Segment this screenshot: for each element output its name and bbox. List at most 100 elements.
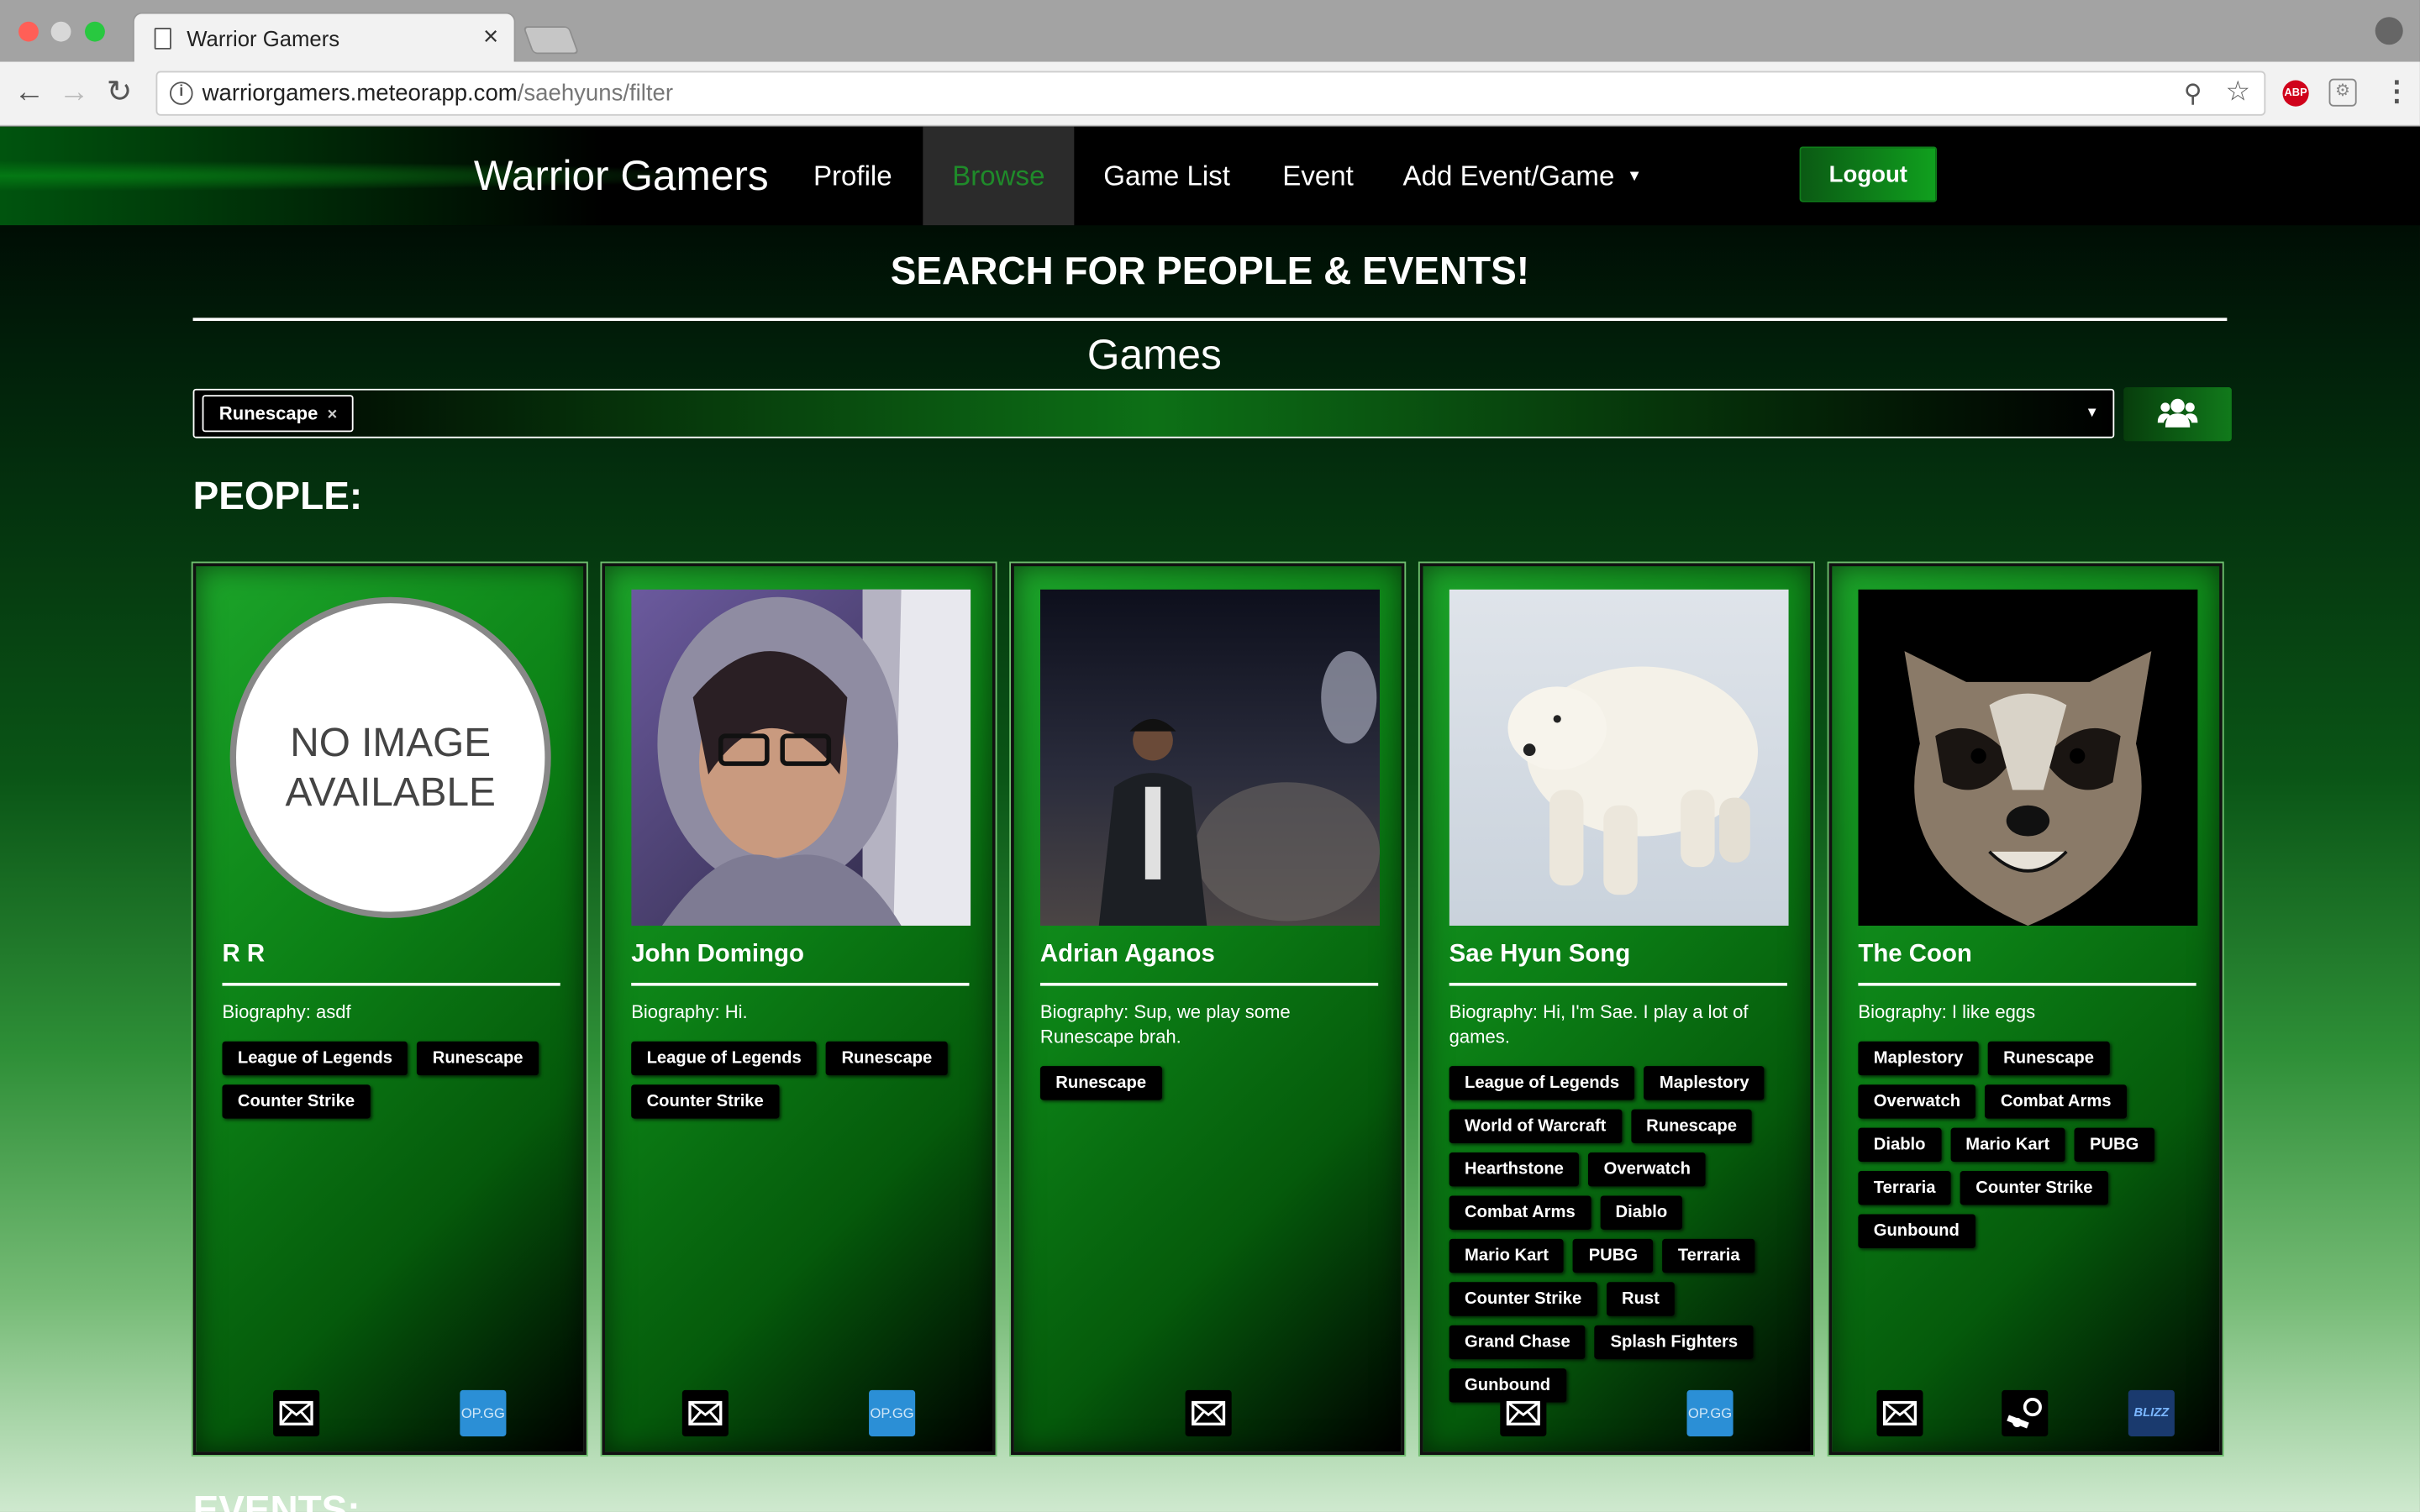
game-tag: Overwatch — [1858, 1084, 1976, 1119]
game-tag: Overwatch — [1588, 1152, 1707, 1187]
tab-close-icon[interactable]: × — [483, 22, 498, 53]
mail-icon[interactable] — [681, 1389, 729, 1436]
game-tags: Runescape — [1039, 1066, 1387, 1109]
nav-game-list[interactable]: Game List — [1103, 127, 1230, 226]
battlenet-icon[interactable]: BLIZZ — [2128, 1389, 2175, 1436]
person-name[interactable]: Sae Hyun Song — [1449, 941, 1631, 969]
game-tag: Terraria — [1662, 1238, 1755, 1273]
game-tag: Counter Strike — [222, 1084, 371, 1119]
close-window-button[interactable] — [18, 21, 39, 42]
divider — [192, 318, 2228, 322]
person-name[interactable]: Adrian Aganos — [1040, 941, 1215, 969]
game-tag: Runescape — [1630, 1109, 1753, 1143]
page-body: Warrior Gamers Profile Browse Game List … — [0, 126, 2420, 1512]
new-tab-button[interactable] — [523, 26, 580, 55]
site-brand[interactable]: Warrior Gamers — [474, 153, 769, 201]
caret-down-icon: ▼ — [1627, 168, 1643, 186]
person-name[interactable]: John Domingo — [631, 941, 804, 969]
game-tag: Runescape — [1987, 1041, 2110, 1076]
person-name[interactable]: The Coon — [1858, 941, 1971, 969]
name-divider — [1039, 982, 1379, 986]
selected-game-chip: Runescape × — [202, 395, 355, 433]
chip-label: Runescape — [218, 402, 318, 425]
browser-titlebar: Warrior Gamers × — [0, 0, 2420, 64]
nav-add-label: Add Event/Game — [1402, 160, 1615, 192]
adblock-icon[interactable]: ABP — [2282, 80, 2309, 107]
remove-chip-icon[interactable]: × — [327, 406, 337, 424]
person-bio: Biography: Hi, I'm Sae. I play a lot of … — [1449, 1001, 1749, 1048]
game-tag: Terraria — [1858, 1171, 1951, 1205]
games-heading: Games — [1086, 331, 1222, 378]
game-tags: League of Legends RunescapeCounter Strike — [222, 1041, 569, 1128]
reload-icon[interactable]: ↻ — [107, 72, 133, 113]
address-bar[interactable]: i warriorgamers.meteorapp.com/saehyuns/f… — [155, 71, 2266, 116]
no-image-placeholder: NO IMAGE AVAILABLE — [229, 596, 551, 918]
events-heading: EVENTS: — [192, 1488, 360, 1512]
people-heading: PEOPLE: — [192, 475, 363, 519]
name-divider — [631, 982, 970, 986]
person-bio: Biography: Hi. — [631, 1001, 748, 1023]
mail-icon[interactable] — [1500, 1389, 1547, 1436]
steam-icon[interactable] — [2002, 1389, 2049, 1436]
game-tag: Grand Chase — [1449, 1325, 1586, 1360]
person-bio: Biography: I like eggs — [1858, 1001, 2036, 1023]
game-tag: PUBG — [2074, 1127, 2154, 1163]
name-divider — [1449, 982, 1787, 986]
person-bio: Biography: Sup, we play some Runescape b… — [1039, 1001, 1291, 1048]
nav-browse[interactable]: Browse — [923, 126, 1075, 226]
nav-event[interactable]: Event — [1282, 127, 1354, 226]
game-tag: Splash Fighters — [1595, 1325, 1754, 1360]
profile-photo — [1039, 589, 1381, 927]
person-name[interactable]: R R — [222, 941, 265, 969]
profile-photo — [631, 589, 971, 927]
game-tag: Combat Arms — [1985, 1084, 2127, 1119]
opgg-icon[interactable]: OP.GG — [869, 1389, 916, 1436]
document-icon — [154, 28, 171, 50]
person-card: Sae Hyun Song Biography: Hi, I'm Sae. I … — [1418, 561, 1815, 1457]
game-tag: Gunbound — [1858, 1214, 1975, 1248]
browser-toolbar: ← → ↻ i warriorgamers.meteorapp.com/saeh… — [0, 61, 2420, 127]
game-tag: Runescape — [417, 1041, 539, 1076]
person-card: The Coon Biography: I like eggs Maplesto… — [1827, 561, 2224, 1457]
game-tag: Mario Kart — [1449, 1238, 1565, 1273]
opgg-icon[interactable]: OP.GG — [460, 1389, 507, 1436]
game-tags: Maplestory Runescape Overwatch Combat Arms D… — [1858, 1041, 2210, 1257]
game-tag: League of Legends — [631, 1041, 818, 1076]
mail-icon[interactable] — [1876, 1389, 1923, 1436]
person-bio: Biography: asdf — [222, 1001, 351, 1023]
info-icon[interactable]: i — [170, 81, 193, 105]
people-search-button[interactable] — [2123, 387, 2232, 442]
page-title: SEARCH FOR PEOPLE & EVENTS! — [890, 249, 1530, 293]
game-tag: Counter Strike — [1960, 1171, 2108, 1205]
minimize-window-button[interactable] — [50, 21, 71, 42]
game-tags: League of Legends RunescapeCounter Strike — [631, 1041, 978, 1128]
forward-arrow-icon[interactable]: → — [59, 72, 90, 113]
tab-title: Warrior Gamers — [187, 26, 340, 51]
site-navbar: Warrior Gamers Profile Browse Game List … — [0, 126, 2420, 226]
mail-icon[interactable] — [1185, 1389, 1232, 1436]
zoom-icon[interactable]: ⚲ — [2184, 79, 2202, 110]
game-tags: League of Legends Maplestory World of Warc… — [1449, 1066, 1802, 1411]
dropdown-caret-icon[interactable]: ▼ — [2086, 404, 2099, 419]
person-card: NO IMAGE AVAILABLE R R Biography: asdf L… — [191, 561, 588, 1457]
browser-tab[interactable]: Warrior Gamers × — [132, 12, 516, 64]
logout-button[interactable]: Logout — [1799, 146, 1938, 202]
user-profile-icon[interactable] — [2375, 17, 2403, 45]
game-tag: League of Legends — [1449, 1066, 1635, 1100]
bookmark-star-icon[interactable]: ☆ — [2226, 76, 2251, 108]
back-arrow-icon[interactable]: ← — [14, 72, 45, 113]
name-divider — [222, 982, 560, 986]
url-text[interactable]: warriorgamers.meteorapp.com/saehyuns/fil… — [203, 81, 673, 107]
person-card: John Domingo Biography: Hi. League of Le… — [600, 561, 997, 1457]
opgg-icon[interactable]: OP.GG — [1686, 1389, 1733, 1436]
mail-icon[interactable] — [273, 1389, 320, 1436]
extension-icon[interactable]: ⚙ — [2328, 78, 2357, 107]
game-tag: Runescape — [1039, 1066, 1162, 1100]
browser-menu-icon[interactable]: ⋮ — [2383, 76, 2411, 108]
nav-add-event-game[interactable]: Add Event/Game ▼ — [1403, 127, 1643, 226]
game-tag: Runescape — [826, 1041, 948, 1076]
nav-profile[interactable]: Profile — [813, 127, 892, 226]
game-tag: Maplestory — [1644, 1066, 1765, 1100]
maximize-window-button[interactable] — [85, 21, 105, 42]
games-multiselect[interactable]: Runescape × ▼ — [192, 388, 2115, 438]
